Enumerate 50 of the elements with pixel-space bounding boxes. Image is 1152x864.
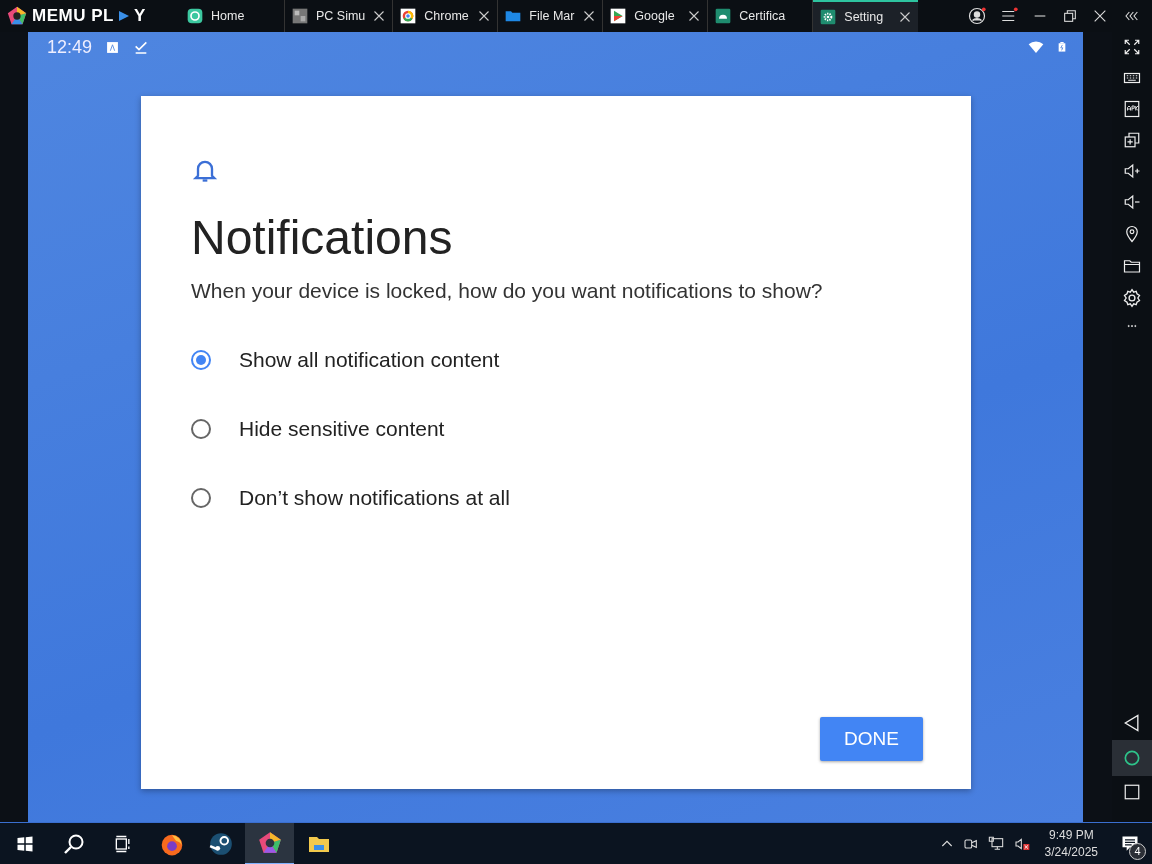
close-icon[interactable] xyxy=(478,10,491,22)
multi-window-icon[interactable] xyxy=(1123,131,1141,149)
logo-text: MEMU PL xyxy=(32,6,114,26)
dialog-question: When your device is locked, how do you want notifications to show? xyxy=(191,279,824,303)
done-button[interactable]: DONE xyxy=(820,717,923,761)
settings-icon[interactable] xyxy=(1122,288,1142,308)
back-icon[interactable] xyxy=(1122,713,1142,733)
clock-date: 3/24/2025 xyxy=(1044,845,1098,859)
gear-app-icon xyxy=(820,9,837,25)
play-store-icon xyxy=(610,8,627,24)
keyboard-status-icon xyxy=(106,40,120,54)
location-icon[interactable] xyxy=(1123,224,1141,244)
close-icon[interactable] xyxy=(583,10,596,22)
check-status-icon xyxy=(133,39,150,55)
close-icon[interactable] xyxy=(1092,8,1108,24)
fullscreen-icon[interactable] xyxy=(1123,38,1141,56)
dialog-title: Notifications xyxy=(191,210,454,265)
radio-button[interactable] xyxy=(191,349,211,370)
close-icon[interactable] xyxy=(373,10,386,22)
home-circle-icon[interactable] xyxy=(1122,748,1142,768)
windows-start-icon[interactable] xyxy=(15,834,34,853)
volume-down-icon[interactable] xyxy=(1122,193,1142,211)
chrome-app-icon xyxy=(400,8,417,24)
android-app-icon xyxy=(715,8,732,24)
logo-text: Y xyxy=(133,6,146,26)
pc-app-icon xyxy=(292,8,308,24)
wifi-icon xyxy=(1027,39,1045,55)
radio-button[interactable] xyxy=(191,487,211,508)
home-app-icon xyxy=(187,8,203,24)
network-icon[interactable] xyxy=(986,835,1005,852)
radio-option[interactable]: Hide sensitive content xyxy=(191,406,921,451)
play-icon xyxy=(117,9,130,23)
volume-muted-icon[interactable] xyxy=(1012,835,1031,852)
recents-icon[interactable] xyxy=(1123,783,1141,801)
folder-icon[interactable] xyxy=(1123,257,1141,275)
volume-up-icon[interactable] xyxy=(1122,162,1142,180)
radio-option[interactable]: Show all notification content xyxy=(191,337,921,382)
close-icon[interactable] xyxy=(899,11,912,23)
steam-icon[interactable] xyxy=(207,830,234,857)
app-tab[interactable]: Setting xyxy=(813,0,919,32)
folder-app-icon xyxy=(505,8,522,24)
radio-option[interactable]: Don’t show notifications at all xyxy=(191,475,921,520)
restore-icon[interactable] xyxy=(1062,8,1078,24)
radio-button[interactable] xyxy=(191,418,211,439)
status-time: 12:49 xyxy=(47,36,93,58)
apk-icon[interactable] xyxy=(1123,100,1141,118)
clock-time: 9:49 PM xyxy=(1048,828,1094,842)
close-icon[interactable] xyxy=(688,10,701,22)
account-icon[interactable] xyxy=(968,7,986,25)
logo-icon xyxy=(6,5,28,27)
